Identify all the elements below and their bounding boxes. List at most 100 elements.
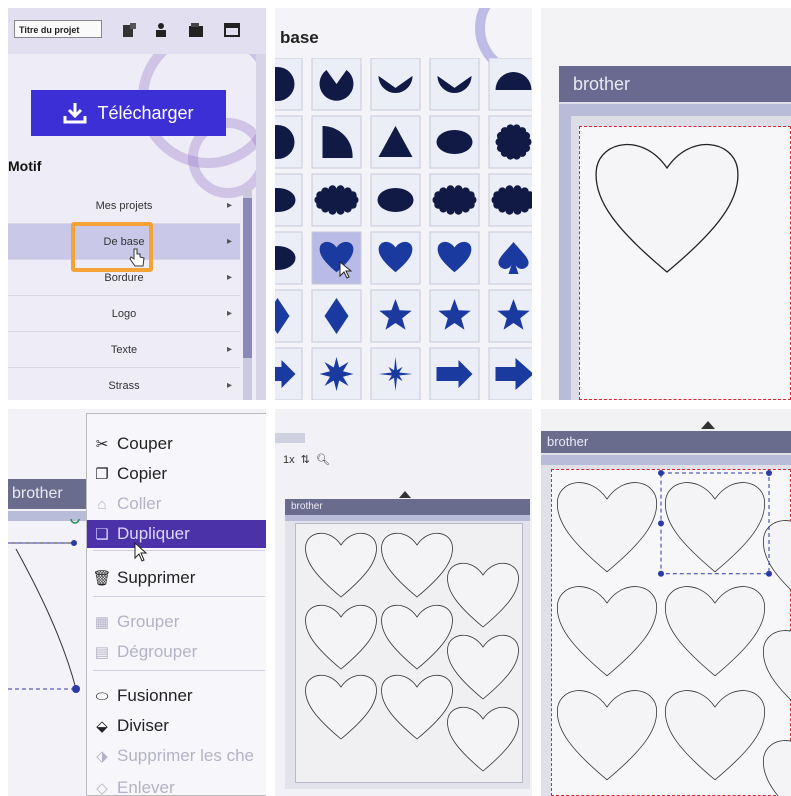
- scissors-icon: ✂: [95, 436, 109, 453]
- panel-shape-palette: base: [275, 8, 532, 400]
- heart-shape[interactable]: [587, 128, 747, 288]
- menu-item-logo[interactable]: Logo ▸: [8, 296, 240, 332]
- zoom-controls[interactable]: 1x ⇅ 🔍︎: [283, 453, 330, 467]
- heart-shape[interactable]: [447, 634, 519, 700]
- heart-shape[interactable]: [664, 482, 766, 573]
- context-menu-item-diviser[interactable]: ⬙ Diviser: [87, 712, 266, 740]
- zoom-value[interactable]: 1x: [283, 454, 295, 466]
- panel-context-menu: brother ✂ Couper ❐ Copier ⌂ Coller ❏ Dupliquer 🗑…: [8, 409, 266, 796]
- brand-label: brother: [291, 501, 323, 512]
- selection-handle[interactable]: [658, 570, 664, 577]
- heart-shape[interactable]: [305, 674, 377, 740]
- merge-icon: ⬭: [95, 687, 109, 705]
- menu-item-strass[interactable]: Strass ▸: [8, 368, 240, 400]
- user-icon[interactable]: [153, 22, 169, 38]
- heart-shape[interactable]: [305, 532, 377, 598]
- project-title-field[interactable]: Titre du projet: [14, 20, 102, 38]
- hearts-layout: [556, 470, 791, 796]
- shape-cell[interactable]: [370, 58, 421, 111]
- heart-shape[interactable]: [381, 604, 453, 670]
- context-menu-label: Enlever: [117, 778, 175, 796]
- context-menu-label: Diviser: [117, 716, 169, 735]
- context-menu-item-enlever[interactable]: ◇ Enlever: [87, 774, 266, 796]
- context-menu-label: Copier: [117, 464, 168, 483]
- context-menu-item-supprimer-les-che[interactable]: ⬗ Supprimer les che: [87, 742, 266, 770]
- scrollbar-thumb[interactable]: [243, 198, 252, 358]
- zoom-search-icon[interactable]: 🔍︎: [316, 453, 330, 466]
- chevron-right-icon: ▸: [226, 272, 232, 283]
- download-button[interactable]: Télécharger: [31, 90, 226, 136]
- context-menu-label: Dégrouper: [117, 642, 198, 661]
- context-menu-label: Coller: [117, 494, 162, 513]
- shape-cell[interactable]: [429, 58, 480, 111]
- section-title: Motif: [8, 158, 42, 174]
- window-icon[interactable]: [224, 22, 240, 38]
- panel-motif-menu: Titre du projet Télécharger Motif Mes pr…: [8, 8, 266, 400]
- context-menu-label: Supprimer: [117, 568, 196, 587]
- download-label: Télécharger: [97, 102, 194, 123]
- heart-shape[interactable]: [762, 740, 791, 796]
- heart-shape[interactable]: [381, 532, 453, 598]
- context-menu-label: Grouper: [117, 612, 180, 631]
- heart-shape[interactable]: [664, 586, 766, 677]
- trash-icon: 🗑︎: [92, 570, 112, 587]
- chevron-right-icon: ▸: [226, 308, 232, 319]
- starburst-8-icon[interactable]: [319, 357, 354, 391]
- brand-label: brother: [547, 434, 589, 449]
- context-menu-label: Supprimer les che: [117, 746, 255, 765]
- heart-shape[interactable]: [447, 562, 519, 628]
- heart-shape[interactable]: [305, 604, 377, 670]
- context-menu-item-supprimer[interactable]: 🗑︎ Supprimer: [87, 564, 266, 592]
- heart-shape[interactable]: [762, 630, 791, 720]
- context-menu-item-coller[interactable]: ⌂ Coller: [87, 490, 266, 518]
- brand-label: brother: [12, 485, 63, 502]
- copy-icon: ❐: [95, 466, 109, 483]
- menu-item-label: Bordure: [104, 271, 144, 284]
- heart-shape[interactable]: [762, 520, 791, 610]
- top-ruler: [285, 515, 530, 521]
- selection-handle[interactable]: [658, 470, 664, 476]
- hearts-layout: [305, 532, 519, 772]
- menu-item-texte[interactable]: Texte ▸: [8, 332, 240, 368]
- heart-shape[interactable]: [447, 706, 519, 772]
- context-menu-item-dupliquer[interactable]: ❏ Dupliquer: [87, 520, 266, 548]
- group-icon: ▦: [94, 614, 110, 631]
- heart-shape[interactable]: [664, 690, 766, 781]
- heart-shape[interactable]: [556, 586, 658, 677]
- side-strip: [256, 54, 266, 400]
- context-menu-item-fusionner[interactable]: ⬭ Fusionner: [87, 682, 266, 710]
- left-ruler: [559, 116, 571, 400]
- selection-handle[interactable]: [766, 570, 772, 577]
- menu-item-label: Strass: [108, 379, 140, 392]
- divide-icon: ⬙: [96, 718, 108, 735]
- menu-item-label: Texte: [110, 343, 138, 356]
- context-menu: ✂ Couper ❐ Copier ⌂ Coller ❏ Dupliquer 🗑︎ Supprim…: [86, 413, 266, 796]
- context-menu-item-copier[interactable]: ❐ Copier: [87, 460, 266, 488]
- heart-shape[interactable]: [381, 674, 453, 740]
- chevron-right-icon: ▸: [226, 236, 232, 247]
- arrow-cursor-icon: [134, 542, 148, 562]
- selection-handle[interactable]: [658, 520, 664, 527]
- context-menu-item-couper[interactable]: ✂ Couper: [87, 430, 266, 458]
- stepper-icon[interactable]: ⇅: [301, 453, 310, 466]
- ellipse-icon[interactable]: [377, 188, 414, 212]
- heart-shape[interactable]: [556, 482, 658, 573]
- ellipse-icon[interactable]: [436, 130, 473, 154]
- ungroup-icon: ▤: [94, 644, 110, 661]
- context-menu-item-grouper[interactable]: ▦ Grouper: [87, 608, 266, 636]
- chevron-right-icon: ▸: [226, 380, 232, 391]
- context-menu-label: Couper: [117, 434, 173, 453]
- folder-icon[interactable]: [188, 22, 204, 38]
- paste-icon: ⌂: [97, 495, 107, 513]
- selection-handle[interactable]: [766, 470, 772, 476]
- context-menu-item-dégrouper[interactable]: ▤ Dégrouper: [87, 638, 266, 666]
- new-project-icon[interactable]: [121, 22, 137, 38]
- scroll-up-arrow-icon[interactable]: [399, 491, 411, 498]
- panel-single-heart: brother: [541, 8, 791, 400]
- scroll-up-arrow-icon[interactable]: [701, 421, 715, 429]
- menu-item-label: Mes projets: [95, 199, 153, 212]
- heart-shape-partial[interactable]: [8, 519, 88, 719]
- remove-path-icon: ⬗: [96, 748, 108, 765]
- menu-item-mes-projets[interactable]: Mes projets ▸: [8, 188, 240, 224]
- heart-shape[interactable]: [556, 690, 658, 781]
